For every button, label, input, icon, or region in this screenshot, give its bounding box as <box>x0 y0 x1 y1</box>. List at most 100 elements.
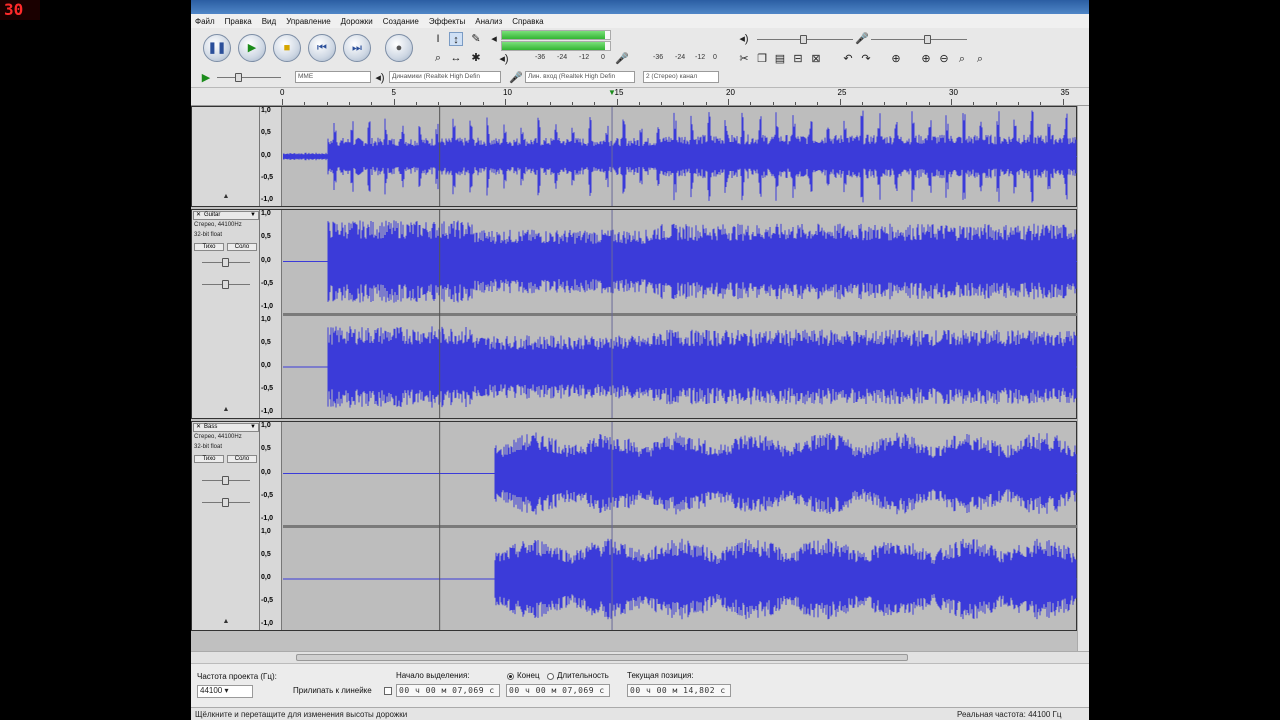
length-radio[interactable] <box>547 673 554 680</box>
playback-meter[interactable] <box>501 30 611 40</box>
fit-project-icon[interactable]: ⌕ <box>973 52 987 66</box>
menu-view[interactable]: Вид <box>262 17 276 26</box>
waveform-area[interactable] <box>283 210 1077 418</box>
copy-icon[interactable]: ❐ <box>755 52 769 66</box>
amplitude-label: 1,0 <box>261 422 271 429</box>
select-tool-icon[interactable]: I <box>431 32 445 46</box>
track-name-button[interactable]: ✕ Guitar ▼ <box>193 211 259 220</box>
ruler-tick <box>505 99 506 105</box>
menu-transport[interactable]: Управление <box>286 17 330 26</box>
undo-icon[interactable]: ↶ <box>841 52 855 66</box>
play-head-icon[interactable]: ▼ <box>608 88 616 97</box>
track-control-panel[interactable]: ✕ Guitar ▼ Стерео, 44100Hz 32-bit float … <box>192 210 260 418</box>
track-guitar[interactable]: ✕ Guitar ▼ Стерео, 44100Hz 32-bit float … <box>191 209 1077 419</box>
horizontal-scrollbar[interactable] <box>191 651 1089 663</box>
draw-tool-icon[interactable]: ✎ <box>469 32 483 46</box>
menu-analyze[interactable]: Анализ <box>475 17 502 26</box>
envelope-tool-icon[interactable]: ↕ <box>449 32 463 46</box>
playback-meter-fill <box>502 31 605 39</box>
input-device-select[interactable]: Лин. вход (Realtek High Defin <box>525 71 635 83</box>
ruler-tick <box>705 102 707 105</box>
zoom-in-icon[interactable]: ⊕ <box>919 52 933 66</box>
selection-start-label: Начало выделения: <box>396 671 470 680</box>
menu-generate[interactable]: Создание <box>383 17 419 26</box>
collapse-icon[interactable]: ▲ <box>220 193 232 200</box>
input-volume-slider[interactable] <box>923 35 931 44</box>
redo-icon[interactable]: ↷ <box>859 52 873 66</box>
amplitude-label: 1,0 <box>261 316 271 323</box>
close-icon[interactable]: ✕ <box>196 424 201 431</box>
output-volume-slider[interactable] <box>800 35 808 44</box>
track-name-button[interactable]: ✕ Bass ▼ <box>193 423 259 432</box>
menu-file[interactable]: Файл <box>195 17 215 26</box>
menu-edit[interactable]: Правка <box>225 17 252 26</box>
silence-icon[interactable]: ⊠ <box>809 52 823 66</box>
menu-help[interactable]: Справка <box>512 17 543 26</box>
meter-tick: -24 <box>557 54 568 61</box>
gain-slider[interactable] <box>222 476 229 485</box>
waveform-area[interactable] <box>283 107 1077 206</box>
sync-lock-icon[interactable]: ⊕ <box>889 52 903 66</box>
play-button[interactable]: ▶ <box>238 34 266 62</box>
chevron-down-icon[interactable]: ▼ <box>250 424 256 431</box>
stop-button[interactable]: ■ <box>273 34 301 62</box>
mute-button[interactable]: Тихо <box>194 243 224 251</box>
track-bitdepth: 32-bit float <box>194 444 223 450</box>
snap-to-label: Прилипать к линейке <box>293 686 372 695</box>
project-rate-select[interactable]: 44100 ▾ <box>197 685 253 698</box>
menu-effects[interactable]: Эффекты <box>429 17 465 26</box>
pause-button[interactable]: ❚❚ <box>203 34 231 62</box>
gain-slider[interactable] <box>222 258 229 267</box>
audio-position-field[interactable]: 00 ч 00 м 14,802 с <box>627 684 731 697</box>
play-at-speed-icon[interactable]: ▶ <box>199 71 213 85</box>
input-channels-select[interactable]: 2 (Стерео) канал <box>643 71 719 83</box>
pan-slider[interactable] <box>222 498 229 507</box>
timeshift-tool-icon[interactable]: ↔ <box>449 51 463 65</box>
ruler-tick <box>928 102 930 105</box>
speaker-icon: ◂) <box>499 53 509 65</box>
close-icon[interactable]: ✕ <box>196 212 201 219</box>
play-speed-slider[interactable] <box>235 73 242 82</box>
skip-start-button[interactable]: ⏮ <box>308 34 336 62</box>
end-radio[interactable] <box>507 673 514 680</box>
ruler-tick <box>415 102 417 105</box>
collapse-icon[interactable]: ▲ <box>220 618 232 625</box>
timeline-ruler[interactable]: 0 5 10 15 20 25 30 35 ▼ <box>191 88 1089 106</box>
audio-host-select[interactable]: MME <box>295 71 371 83</box>
record-button[interactable]: ● <box>385 34 413 62</box>
track-control-panel[interactable]: ✕ Bass ▼ Стерео, 44100Hz 32-bit float Ти… <box>192 422 260 630</box>
selection-start-field[interactable]: 00 ч 00 м 07,069 с <box>396 684 500 697</box>
ruler-tick <box>951 99 952 105</box>
fit-selection-icon[interactable]: ⌕ <box>955 52 969 66</box>
scrollbar-thumb[interactable] <box>296 654 908 661</box>
collapse-icon[interactable]: ▲ <box>220 406 232 413</box>
zoom-out-icon[interactable]: ⊖ <box>937 52 951 66</box>
menu-tracks[interactable]: Дорожки <box>341 17 373 26</box>
multi-tool-icon[interactable]: ✱ <box>469 51 483 65</box>
track-control-panel[interactable]: ▲ <box>192 107 260 206</box>
vertical-scrollbar[interactable] <box>1077 106 1089 651</box>
meter-tick: 0 <box>713 54 717 61</box>
amplitude-label: 1,0 <box>261 528 271 535</box>
ruler-tick <box>638 102 640 105</box>
selection-end-field[interactable]: 00 ч 00 м 07,069 с <box>506 684 610 697</box>
meter-tick: -12 <box>695 54 706 61</box>
zoom-tool-icon[interactable]: ⌕ <box>431 51 445 65</box>
actual-rate: Реальная частота: 44100 Гц <box>957 710 1062 719</box>
playback-meter-right[interactable] <box>501 41 611 51</box>
track-unnamed[interactable]: ▲ 1,0 0,5 0,0 -0,5 -1,0 <box>191 106 1077 207</box>
cut-icon[interactable]: ✂ <box>737 52 751 66</box>
trim-icon[interactable]: ⊟ <box>791 52 805 66</box>
snap-to-checkbox[interactable] <box>384 687 392 695</box>
pan-slider[interactable] <box>222 280 229 289</box>
mute-button[interactable]: Тихо <box>194 455 224 463</box>
track-bass[interactable]: ✕ Bass ▼ Стерео, 44100Hz 32-bit float Ти… <box>191 421 1077 631</box>
chevron-down-icon[interactable]: ▼ <box>250 212 256 219</box>
solo-button[interactable]: Соло <box>227 243 257 251</box>
ruler-tick <box>995 102 997 105</box>
waveform-area[interactable] <box>283 422 1077 630</box>
paste-icon[interactable]: ▤ <box>773 52 787 66</box>
solo-button[interactable]: Соло <box>227 455 257 463</box>
skip-end-button[interactable]: ⏭ <box>343 34 371 62</box>
output-device-select[interactable]: Динамики (Realtek High Defin <box>389 71 501 83</box>
